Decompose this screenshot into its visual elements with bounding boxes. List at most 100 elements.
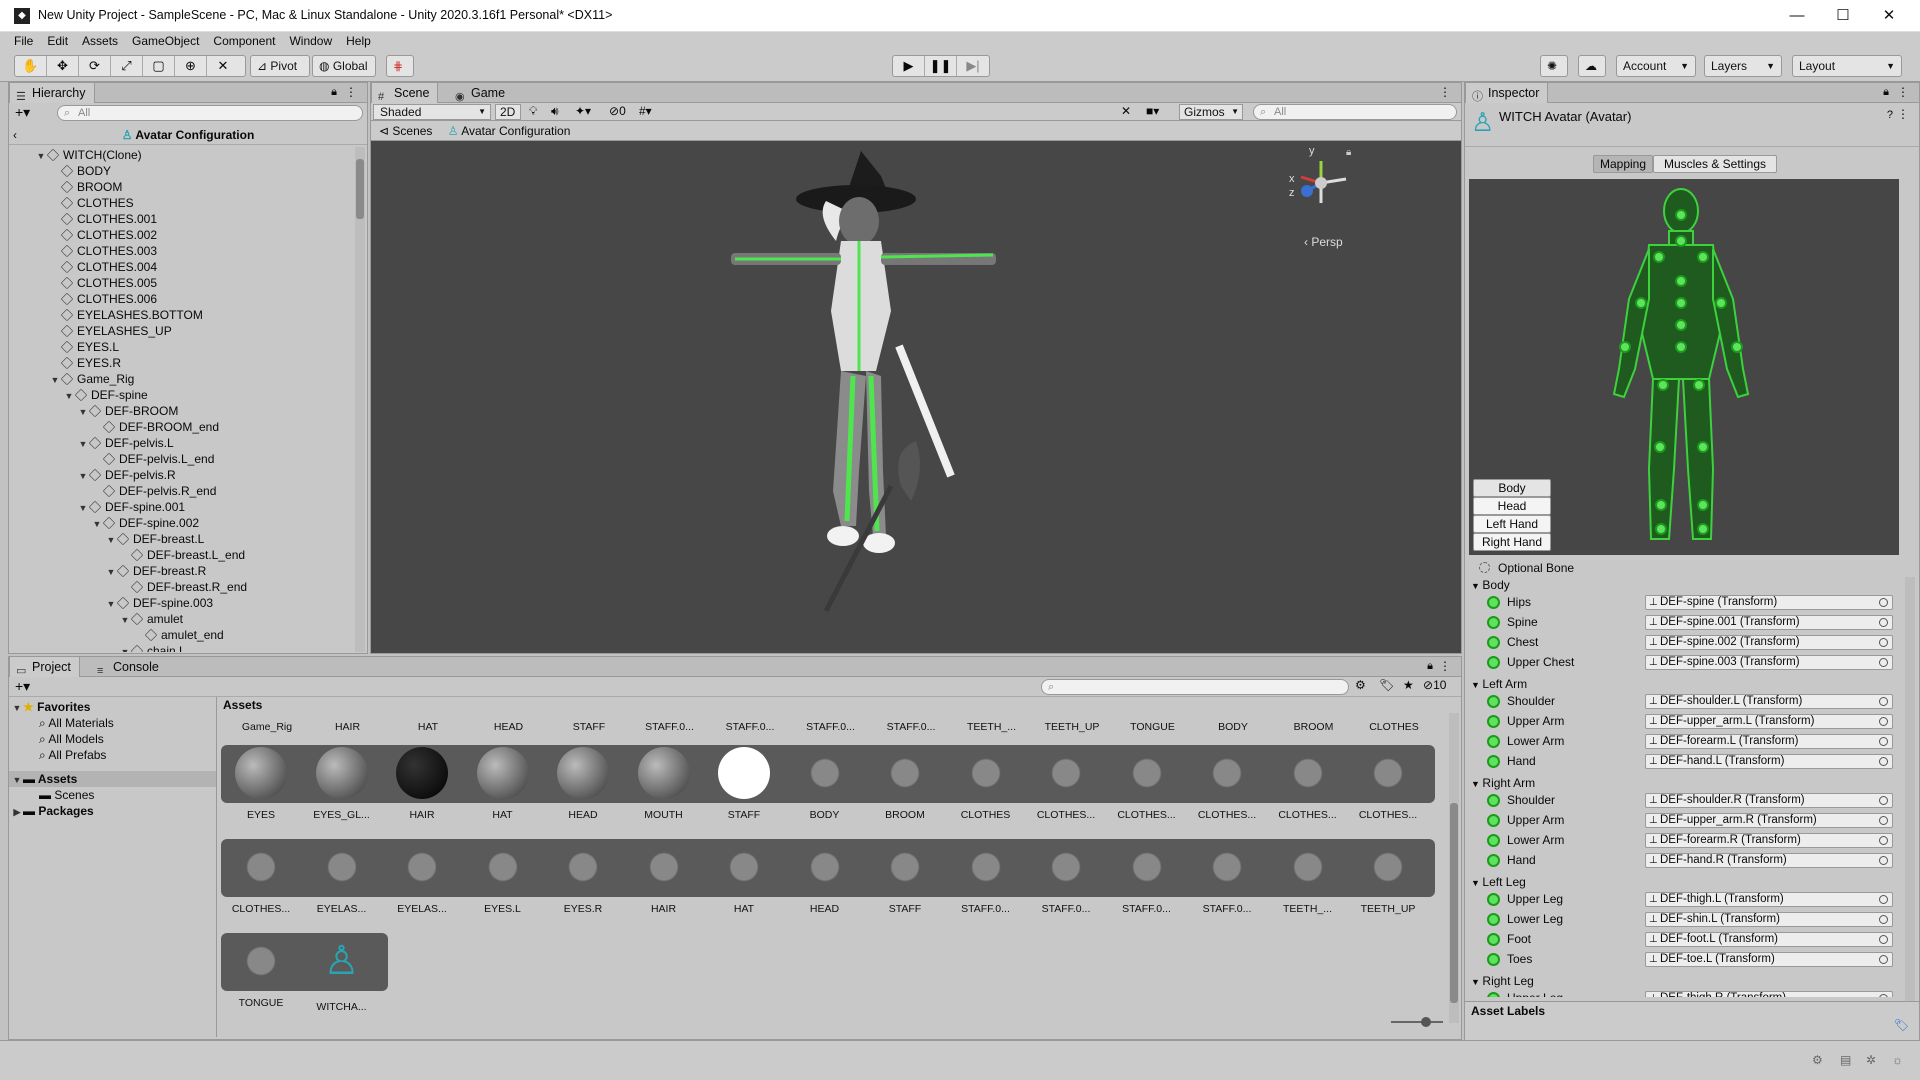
- favorite-all-models[interactable]: ⌕ All Models: [39, 731, 104, 747]
- object-picker-icon[interactable]: [1879, 796, 1888, 805]
- menu-gameobject[interactable]: GameObject: [125, 32, 206, 50]
- effects-icon[interactable]: ✦▾: [575, 104, 591, 118]
- hierarchy-item[interactable]: CLOTHES.001: [49, 211, 157, 227]
- upper-leg-r-dot[interactable]: [1693, 379, 1705, 391]
- play-icon[interactable]: ▶: [893, 56, 925, 76]
- asset-item[interactable]: TEETH_UP: [1036, 721, 1108, 733]
- back-chevron-icon[interactable]: ‹: [13, 125, 17, 145]
- hierarchy-item[interactable]: ▼ DEF-pelvis.L: [77, 435, 174, 451]
- head-bone-dot[interactable]: [1675, 209, 1687, 221]
- transform-tool-icon[interactable]: ⊕: [175, 56, 207, 76]
- hierarchy-item[interactable]: EYELASHES_UP: [49, 323, 172, 339]
- hierarchy-item[interactable]: amulet_end: [133, 627, 224, 643]
- asset-item[interactable]: STAFF.0...: [634, 721, 706, 733]
- hips-dot[interactable]: [1675, 341, 1687, 353]
- upper-leg-l-dot[interactable]: [1657, 379, 1669, 391]
- asset-item[interactable]: CLOTHES...: [1111, 747, 1183, 821]
- expand-arrow-icon[interactable]: ▼: [91, 516, 103, 532]
- menu-file[interactable]: File: [0, 32, 40, 50]
- object-picker-icon[interactable]: [1879, 994, 1888, 997]
- asset-item[interactable]: EYES.R: [547, 841, 619, 915]
- tab-project[interactable]: ▭ Project: [9, 657, 80, 677]
- bone-transform-field[interactable]: ⊥ DEF-shoulder.L (Transform): [1645, 694, 1893, 709]
- object-picker-icon[interactable]: [1879, 915, 1888, 924]
- account-dropdown[interactable]: Account ▼: [1616, 55, 1696, 77]
- hierarchy-item[interactable]: DEF-breast.R_end: [119, 579, 247, 595]
- menu-component[interactable]: Component: [206, 32, 282, 50]
- object-picker-icon[interactable]: [1879, 598, 1888, 607]
- expand-arrow-icon[interactable]: ▼: [11, 772, 23, 788]
- asset-item[interactable]: CLOTHES...: [1030, 747, 1102, 821]
- snap-increment-icon[interactable]: ⋕: [386, 55, 414, 77]
- asset-item[interactable]: HAT: [467, 747, 539, 821]
- tab-hierarchy[interactable]: ☰ Hierarchy: [9, 83, 95, 103]
- expand-arrow-icon[interactable]: ▼: [1471, 977, 1482, 987]
- object-picker-icon[interactable]: [1879, 737, 1888, 746]
- expand-arrow-icon[interactable]: ▼: [1471, 779, 1482, 789]
- shading-mode-dropdown[interactable]: Shaded ▼: [373, 104, 491, 120]
- menu-assets[interactable]: Assets: [75, 32, 125, 50]
- lock-icon[interactable]: 🔒︎: [1427, 660, 1433, 673]
- collab-icon[interactable]: ✺: [1540, 55, 1568, 77]
- label-tag-icon[interactable]: 🏷︎: [1894, 1018, 1909, 1032]
- lower-leg-r-dot[interactable]: [1697, 441, 1709, 453]
- asset-item[interactable]: TEETH_...: [1272, 841, 1344, 915]
- object-picker-icon[interactable]: [1879, 836, 1888, 845]
- step-icon[interactable]: ▶|: [957, 56, 989, 76]
- create-plus-icon[interactable]: +▾: [15, 104, 30, 121]
- search-by-type-icon[interactable]: ⚙: [1355, 678, 1366, 692]
- menu-help[interactable]: Help: [339, 32, 378, 50]
- object-picker-icon[interactable]: [1879, 895, 1888, 904]
- lock-icon[interactable]: 🔒︎: [1883, 86, 1889, 99]
- 2d-toggle[interactable]: 2D: [495, 104, 521, 120]
- foot-r-dot[interactable]: [1697, 499, 1709, 511]
- asset-item[interactable]: STAFF.0...: [795, 721, 867, 733]
- asset-item[interactable]: EYES.L: [467, 841, 539, 915]
- tools-icon[interactable]: ✕: [1121, 104, 1131, 118]
- asset-item[interactable]: ♙ WITCHA...: [306, 935, 378, 1013]
- favorite-star-icon[interactable]: ★: [1403, 678, 1414, 692]
- asset-item[interactable]: HAIR: [312, 721, 384, 733]
- hierarchy-item[interactable]: ▼ DEF-breast.R: [105, 563, 207, 580]
- object-picker-icon[interactable]: [1879, 757, 1888, 766]
- hierarchy-item[interactable]: CLOTHES: [49, 195, 134, 211]
- hierarchy-item[interactable]: ▼ DEF-pelvis.R: [77, 467, 176, 483]
- asset-item[interactable]: BODY: [1197, 721, 1269, 733]
- object-picker-icon[interactable]: [1879, 697, 1888, 706]
- asset-item[interactable]: HEAD: [547, 747, 619, 821]
- grid-icon[interactable]: #▾: [639, 104, 652, 118]
- asset-item[interactable]: EYES: [225, 747, 297, 821]
- move-tool-icon[interactable]: ✥: [47, 56, 79, 76]
- expand-arrow-icon[interactable]: ▼: [105, 564, 117, 580]
- lower-arm-l-dot[interactable]: [1619, 341, 1631, 353]
- bone-transform-field[interactable]: ⊥ DEF-spine (Transform): [1645, 595, 1893, 610]
- hierarchy-item[interactable]: ▼ DEF-spine.002: [91, 515, 200, 532]
- lower-arm-r-dot[interactable]: [1731, 341, 1743, 353]
- asset-item[interactable]: STAFF.0...: [1191, 841, 1263, 915]
- bone-transform-field[interactable]: ⊥ DEF-spine.002 (Transform): [1645, 635, 1893, 650]
- asset-item[interactable]: HAT: [392, 721, 464, 733]
- packages-folder[interactable]: ▶ ▬ Packages: [11, 803, 94, 819]
- avatar-config-breadcrumb[interactable]: ♙ Avatar Configuration: [448, 124, 571, 138]
- project-scrollbar[interactable]: [1449, 713, 1459, 1023]
- spine-dot[interactable]: [1675, 319, 1687, 331]
- body-view-button[interactable]: Body: [1473, 479, 1551, 497]
- asset-item[interactable]: CLOTHES: [950, 747, 1022, 821]
- more-options-icon[interactable]: ⋮: [345, 85, 357, 99]
- bone-transform-field[interactable]: ⊥ DEF-thigh.L (Transform): [1645, 892, 1893, 907]
- bone-section-header[interactable]: ▼ Body: [1471, 577, 1510, 594]
- asset-item[interactable]: HEAD: [789, 841, 861, 915]
- bone-section-header[interactable]: ▼ Left Arm: [1471, 676, 1527, 693]
- hand-tool-icon[interactable]: ✋: [15, 56, 47, 76]
- hierarchy-item[interactable]: BODY: [49, 163, 111, 179]
- expand-arrow-icon[interactable]: ▼: [35, 148, 47, 164]
- expand-arrow-icon[interactable]: ▼: [63, 388, 75, 404]
- hierarchy-item[interactable]: CLOTHES.002: [49, 227, 157, 243]
- bone-transform-field[interactable]: ⊥ DEF-shoulder.R (Transform): [1645, 793, 1893, 808]
- persp-label[interactable]: ‹ Persp: [1304, 235, 1343, 249]
- object-picker-icon[interactable]: [1879, 955, 1888, 964]
- shoulder-r-dot[interactable]: [1697, 251, 1709, 263]
- expand-arrow-icon[interactable]: ▼: [11, 700, 23, 716]
- expand-arrow-icon[interactable]: ▼: [105, 596, 117, 612]
- asset-item[interactable]: CLOTHES...: [1191, 747, 1263, 821]
